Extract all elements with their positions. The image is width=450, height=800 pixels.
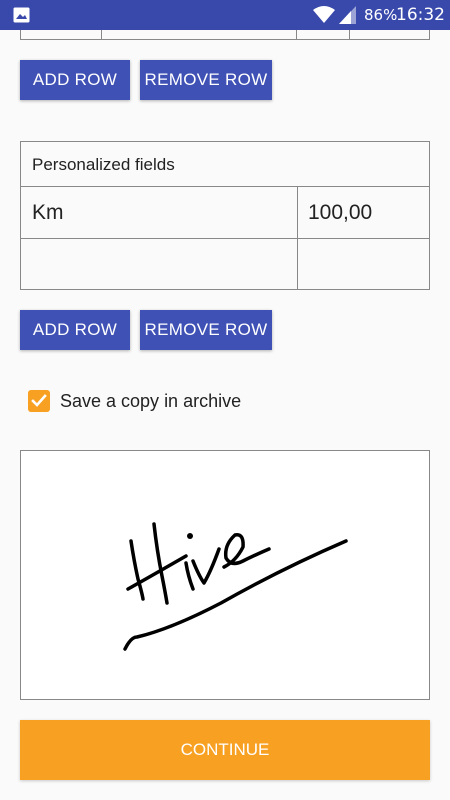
field-name-cell[interactable]: Km [32,187,292,239]
archive-label: Save a copy in archive [60,390,242,411]
personalized-fields-table: Personalized fields Km 100,00 [20,141,430,290]
table-divider [296,30,297,39]
add-row-button[interactable]: ADD ROW [20,60,130,100]
field-value-cell[interactable] [308,239,423,291]
checkmark-icon [31,394,47,407]
battery-level: 86% [364,6,398,24]
signature-drawing [123,522,348,651]
status-bar: 86% 16:32 [0,0,450,30]
archive-option[interactable]: Save a copy in archive [28,389,241,413]
signature-dot [187,533,193,539]
archive-checkbox[interactable] [28,390,50,412]
remove-row-button[interactable]: REMOVE ROW [140,310,272,350]
table-divider [297,187,298,289]
gallery-icon [13,7,30,23]
continue-button[interactable]: CONTINUE [20,720,430,780]
table-divider [101,30,102,39]
field-value-cell[interactable]: 100,00 [308,187,423,239]
table-divider [349,30,350,39]
signature-pad[interactable] [20,450,430,700]
remove-row-button[interactable]: REMOVE ROW [140,60,272,100]
wifi-icon [313,6,335,23]
add-row-button[interactable]: ADD ROW [20,310,130,350]
items-table-partial [20,30,430,40]
field-name-cell[interactable] [32,239,292,291]
clock: 16:32 [396,5,445,25]
personalized-fields-title: Personalized fields [32,155,175,174]
signal-icon [339,6,356,24]
